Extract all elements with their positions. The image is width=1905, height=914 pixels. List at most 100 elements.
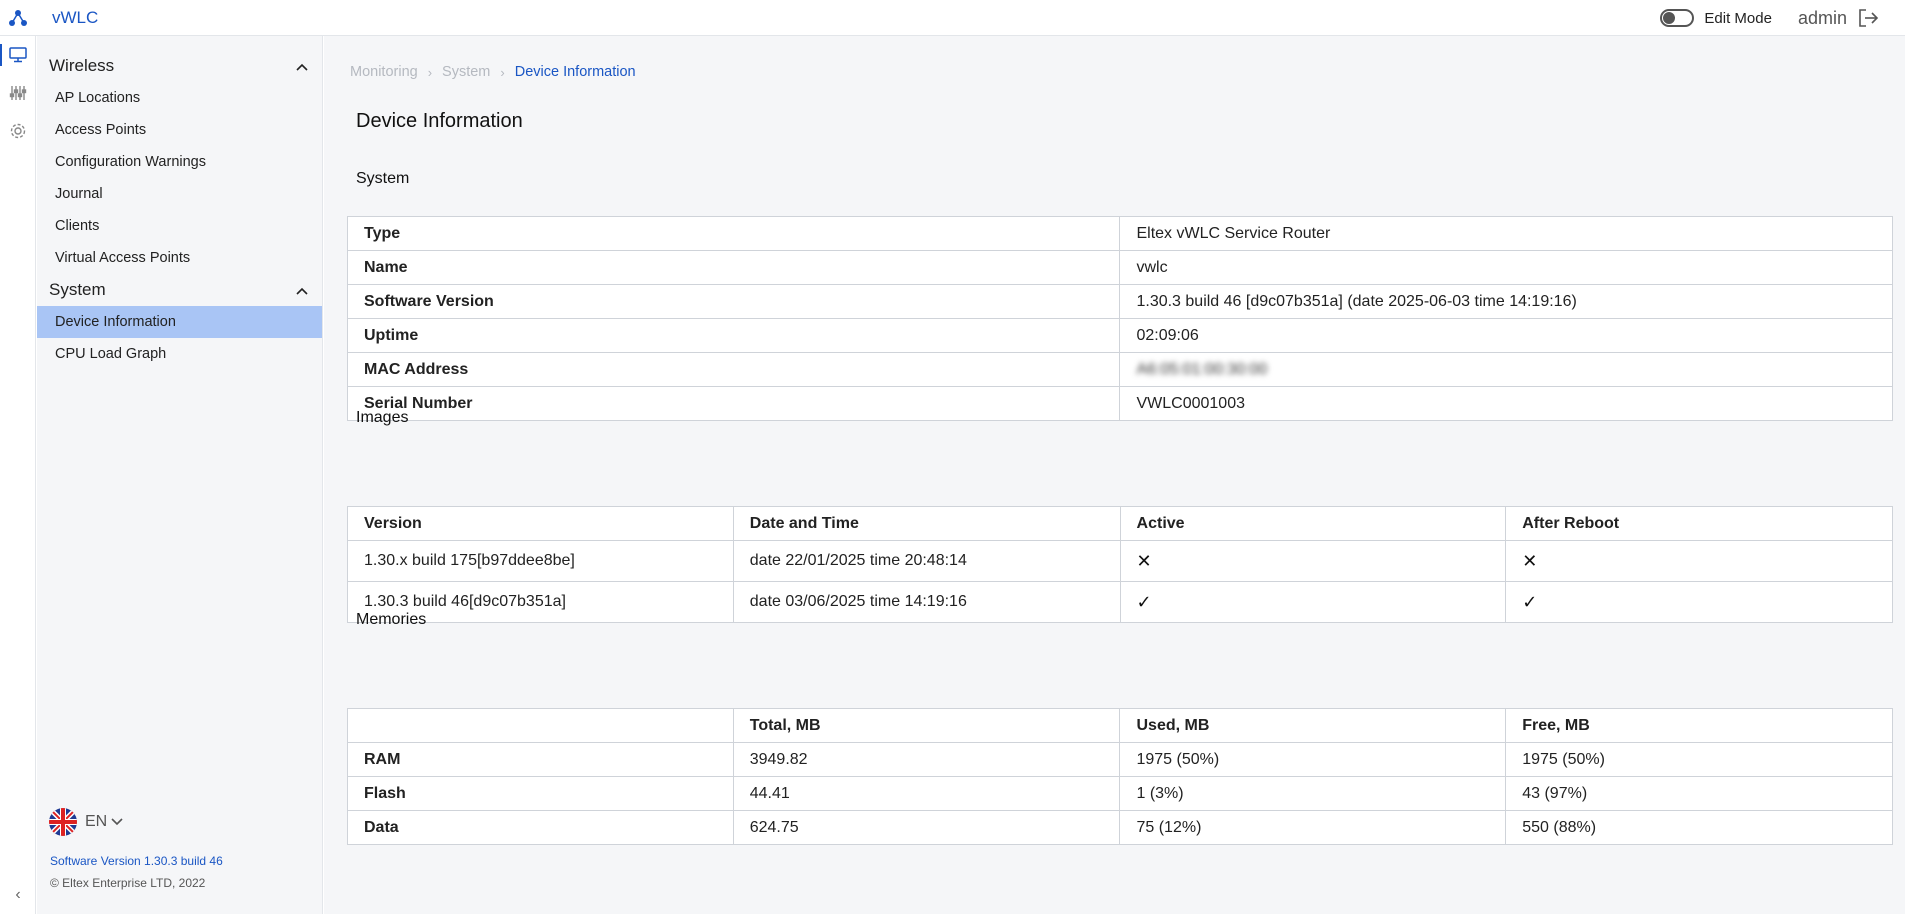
table-row: Uptime 02:09:06 (346, 318, 1893, 353)
type-value: Eltex vWLC Service Router (1119, 216, 1893, 251)
column-header-version: Version (347, 506, 734, 541)
mac-address-blurred: A6:05:01:00:30:00 (1136, 360, 1268, 378)
serial-number-key: Serial Number (346, 386, 1121, 421)
image-datetime: date 22/01/2025 time 20:48:14 (732, 540, 1121, 582)
sidebar-section-wireless[interactable]: Wireless (37, 50, 322, 82)
sidebar-section-system[interactable]: System (37, 274, 322, 306)
table-row: Flash 44.41 1 (3%) 43 (97%) (347, 776, 1893, 811)
name-value: vwlc (1119, 250, 1893, 285)
image-datetime: date 03/06/2025 time 14:19:16 (732, 581, 1121, 623)
image-after-reboot-mark: ✓ (1522, 591, 1538, 612)
software-version-link[interactable]: Software Version 1.30.3 build 46 (50, 854, 223, 868)
table-header-row: Total, MB Used, MB Free, MB (347, 708, 1893, 743)
chevron-down-icon (111, 813, 123, 831)
image-version: 1.30.x build 175[b97ddee8be] (347, 540, 734, 582)
mac-address-key: MAC Address (346, 352, 1121, 387)
cross-icon: ✕ (1119, 540, 1507, 582)
sidebar-item-virtual-access-points[interactable]: Virtual Access Points (37, 242, 322, 274)
icon-rail: ‹ (0, 36, 36, 914)
user-name: admin (1797, 7, 1847, 28)
memory-free: 1975 (50%) (1505, 742, 1893, 777)
memory-total: 3949.82 (732, 742, 1121, 777)
chevron-up-icon[interactable] (296, 56, 308, 76)
table-row: MAC Address A6:05:01:00:30:00 (346, 352, 1893, 387)
software-version-value: 1.30.3 build 46 [d9c07b351a] (date 2025-… (1119, 284, 1893, 319)
memory-used: 75 (12%) (1119, 810, 1507, 845)
memory-used: 1975 (50%) (1119, 742, 1507, 777)
mac-address-value: A6:05:01:00:30:00 (1119, 352, 1893, 387)
uk-flag-icon (49, 808, 77, 836)
memory-total: 44.41 (732, 776, 1121, 811)
serial-number-value: VWLC0001003 (1119, 386, 1893, 421)
software-version-key: Software Version (346, 284, 1121, 319)
column-header-total: Total, MB (732, 708, 1121, 743)
table-row: Type Eltex vWLC Service Router (346, 216, 1893, 251)
sidebar-section-title: System (49, 280, 106, 299)
table-row: Name vwlc (346, 250, 1893, 285)
breadcrumb-system[interactable]: System (442, 64, 490, 80)
table-row: Software Version 1.30.3 build 46 [d9c07b… (346, 284, 1893, 319)
logout-icon[interactable] (1857, 8, 1879, 28)
memory-name: Data (347, 810, 734, 845)
memories-section-title: Memories (356, 611, 427, 628)
uptime-key: Uptime (346, 318, 1121, 353)
memory-name: RAM (347, 742, 734, 777)
breadcrumb-separator-icon: › (427, 64, 433, 80)
column-header-empty (347, 708, 734, 743)
table-header-row: Version Date and Time Active After Reboo… (347, 506, 1893, 541)
edit-mode-label: Edit Mode (1704, 9, 1772, 27)
sidebar-item-clients[interactable]: Clients (37, 210, 322, 242)
check-icon: ✓ (1505, 581, 1893, 623)
column-header-active: Active (1119, 506, 1507, 541)
monitor-icon[interactable] (0, 36, 36, 74)
sidebar-item-configuration-warnings[interactable]: Configuration Warnings (37, 146, 322, 178)
table-row: 1.30.x build 175[b97ddee8be] date 22/01/… (347, 540, 1893, 582)
chevron-left-icon[interactable]: ‹ (0, 886, 36, 904)
sliders-icon[interactable] (0, 74, 36, 112)
chevron-up-icon[interactable] (296, 280, 308, 300)
memories-table: Total, MB Used, MB Free, MB RAM 3949.82 … (347, 708, 1893, 845)
column-header-free: Free, MB (1505, 708, 1893, 743)
images-section-title: Images (356, 409, 409, 426)
sidebar-section-title: Wireless (49, 56, 115, 75)
table-row: 1.30.3 build 46[d9c07b351a] date 03/06/2… (347, 581, 1893, 623)
sidebar-item-cpu-load-graph[interactable]: CPU Load Graph (37, 338, 322, 370)
edit-mode-toggle[interactable] (1660, 9, 1695, 27)
copyright-text: © Eltex Enterprise LTD, 2022 (50, 876, 206, 890)
breadcrumb-device-information: Device Information (514, 64, 636, 80)
breadcrumb: Monitoring › System › Device Information (350, 64, 636, 80)
main-content: Monitoring › System › Device Information… (324, 36, 1905, 914)
type-key: Type (346, 216, 1121, 251)
language-label: EN (85, 813, 108, 830)
check-icon: ✓ (1119, 581, 1507, 623)
breadcrumb-monitoring[interactable]: Monitoring (350, 64, 418, 80)
table-row: Data 624.75 75 (12%) 550 (88%) (347, 810, 1893, 845)
images-table: Version Date and Time Active After Reboo… (347, 506, 1893, 623)
sidebar-item-journal[interactable]: Journal (37, 178, 322, 210)
app-title[interactable]: vWLC (52, 8, 98, 28)
vwlc-logo-icon[interactable] (0, 0, 36, 36)
top-bar: vWLC Edit Mode admin (0, 0, 1905, 36)
page-title: Device Information (356, 110, 523, 132)
gear-icon[interactable] (0, 112, 36, 150)
memory-used: 1 (3%) (1119, 776, 1507, 811)
sidebar-item-device-information[interactable]: Device Information (37, 306, 322, 338)
column-header-after-reboot: After Reboot (1505, 506, 1893, 541)
memory-free: 550 (88%) (1505, 810, 1893, 845)
language-selector[interactable]: EN (49, 808, 123, 836)
sidebar-item-ap-locations[interactable]: AP Locations (37, 82, 322, 114)
cross-icon: ✕ (1505, 540, 1893, 582)
sidebar: Wireless AP Locations Access Points Conf… (37, 36, 323, 914)
memory-total: 624.75 (732, 810, 1121, 845)
breadcrumb-separator-icon: › (500, 64, 505, 80)
memory-name: Flash (347, 776, 734, 811)
column-header-used: Used, MB (1119, 708, 1507, 743)
memory-free: 43 (97%) (1505, 776, 1893, 811)
table-row: Serial Number VWLC0001003 (346, 386, 1893, 421)
table-row: RAM 3949.82 1975 (50%) 1975 (50%) (347, 742, 1893, 777)
column-header-date-time: Date and Time (732, 506, 1121, 541)
sidebar-item-access-points[interactable]: Access Points (37, 114, 322, 146)
system-table: Type Eltex vWLC Service Router Name vwlc… (346, 216, 1893, 421)
uptime-value: 02:09:06 (1119, 318, 1893, 353)
image-active-mark: ✓ (1136, 591, 1152, 612)
